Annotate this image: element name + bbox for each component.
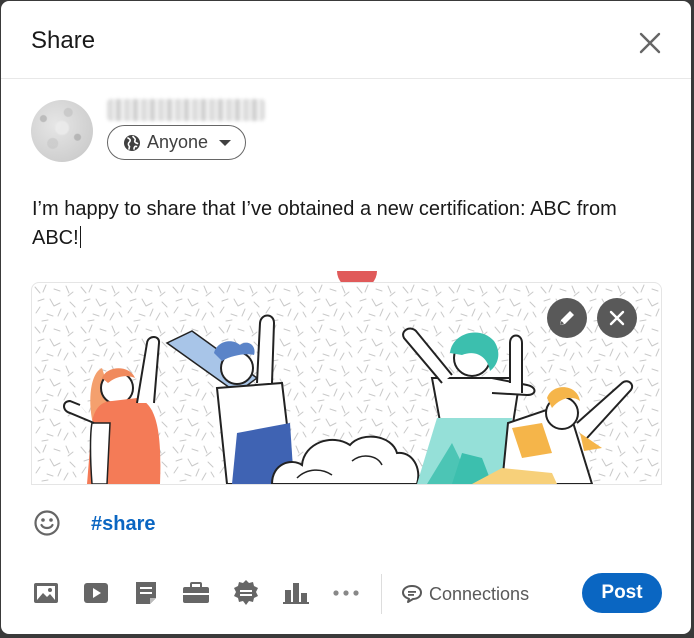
post-text-content: I’m happy to share that I’ve obtained a … <box>32 198 617 249</box>
share-dialog: Share Anyone I’m happy to share that I’v… <box>1 1 691 634</box>
video-icon <box>84 583 108 603</box>
add-job-button[interactable] <box>181 578 211 608</box>
add-video-button[interactable] <box>81 578 111 608</box>
add-document-button[interactable] <box>131 578 161 608</box>
text-cursor <box>79 226 81 248</box>
post-text-editor[interactable]: I’m happy to share that I’ve obtained a … <box>32 195 652 253</box>
close-button[interactable] <box>634 27 666 59</box>
hashtag-link[interactable]: #share <box>91 513 156 536</box>
pencil-icon <box>560 311 574 325</box>
badge-icon <box>234 580 258 605</box>
remove-media-button[interactable] <box>597 298 637 338</box>
briefcase-icon <box>183 582 209 603</box>
photo-icon <box>34 583 58 603</box>
globe-icon <box>124 134 140 151</box>
edit-media-button[interactable] <box>547 298 587 338</box>
emoji-button[interactable] <box>32 508 62 538</box>
avatar <box>31 100 93 162</box>
more-icon <box>333 590 359 596</box>
post-button[interactable]: Post <box>582 573 662 613</box>
more-options-button[interactable] <box>331 578 361 608</box>
dialog-title: Share <box>31 27 96 54</box>
close-icon <box>639 32 661 54</box>
comment-icon <box>402 585 422 603</box>
connections-label: Connections <box>429 583 530 604</box>
caret-down-icon <box>219 139 232 146</box>
close-icon <box>609 310 625 326</box>
create-poll-button[interactable] <box>281 578 311 608</box>
add-photo-button[interactable] <box>31 578 61 608</box>
audience-selector-button[interactable]: Anyone <box>107 125 246 160</box>
smiley-icon <box>34 510 60 536</box>
poll-icon <box>283 583 309 604</box>
document-icon <box>136 582 156 604</box>
dialog-header: Share <box>1 1 691 79</box>
toolbar-divider <box>381 574 382 614</box>
media-preview <box>31 282 662 485</box>
audience-label: Anyone <box>147 132 209 152</box>
celebrate-button[interactable] <box>231 578 261 608</box>
author-name-blurred <box>107 99 265 121</box>
comment-visibility-button[interactable]: Connections <box>401 579 529 609</box>
